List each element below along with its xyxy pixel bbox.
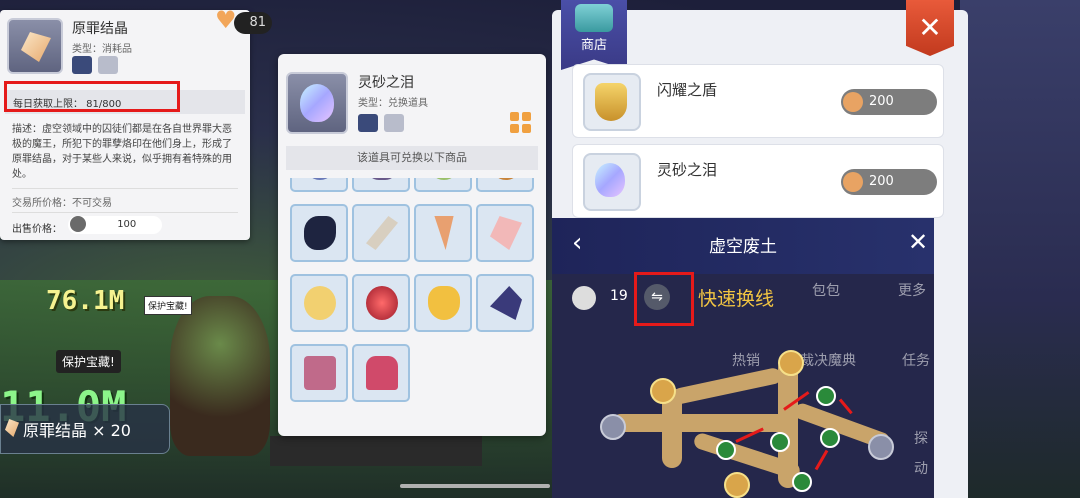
shop-tab-label: 商店 (580, 38, 607, 53)
goods-cell[interactable] (352, 204, 410, 262)
speech-bubble-large: 保护宝藏! (56, 350, 121, 373)
item-thumbnail (7, 18, 63, 74)
price-pill[interactable]: 200 (841, 169, 937, 195)
shield-icon (595, 83, 627, 121)
trade-price: 交易所价格：不可交易 (12, 198, 112, 209)
detail-icon[interactable] (358, 114, 378, 132)
map-node[interactable] (868, 434, 894, 460)
item-tooltip: 原罪结晶 类型：消耗品 每日获取上限： 81/800 描述：虚空领域中的囚徒们都… (0, 10, 250, 240)
shop-item[interactable]: 灵砂之泪 200 (572, 144, 944, 218)
shop-item-thumbnail (583, 153, 641, 211)
scrollbar[interactable] (400, 484, 550, 488)
crystal-currency-icon (843, 92, 863, 112)
sell-value: 100 (117, 219, 137, 230)
highlight-box (634, 272, 694, 326)
damage-number-top: 76.1M (46, 286, 125, 316)
shop-item-name: 灵砂之泪 (657, 161, 718, 179)
item-description: 描述：虚空领域中的囚徒们都是在各自世界罪大恶极的魔王，所犯下的罪孽烙印在他们身上… (12, 124, 232, 180)
crystal-currency-icon (843, 172, 863, 192)
goods-cell[interactable] (290, 204, 348, 262)
exchange-goods-grid (288, 178, 538, 414)
gem-icon (595, 163, 625, 197)
highlight-box (4, 81, 180, 112)
monster-skull[interactable] (716, 440, 736, 460)
exchange-thumbnail (286, 72, 348, 134)
exchange-item-type: 类型：兑换道具 (358, 98, 428, 109)
price-pill[interactable]: 200 (841, 89, 937, 115)
map-path (612, 414, 792, 432)
fast-switch-label[interactable]: 快速换线 (698, 284, 774, 311)
gem-icon (300, 84, 334, 122)
menu-tome[interactable]: 裁决魔典 (800, 350, 856, 370)
skull-icon (572, 286, 596, 310)
map-title: 虚空废土 (709, 237, 777, 257)
crystal-icon (21, 32, 51, 62)
goods-cell[interactable] (352, 178, 410, 192)
goods-cell[interactable] (476, 178, 534, 192)
close-button[interactable]: ✕ (906, 0, 954, 56)
goods-cell[interactable] (352, 344, 410, 402)
goods-cell[interactable] (414, 178, 472, 192)
monster-skull[interactable] (820, 428, 840, 448)
detail-icon[interactable] (72, 56, 92, 74)
exchange-tooltip: 灵砂之泪 类型：兑换道具 该道具可兑换以下商品 (278, 54, 546, 436)
shop-item-thumbnail (583, 73, 641, 131)
tree-monster[interactable] (170, 296, 270, 456)
monster-skull[interactable] (770, 432, 790, 452)
loot-text: 原罪结晶 × 20 (23, 421, 131, 440)
exchange-subtitle: 该道具可兑换以下商品 (286, 146, 538, 170)
goods-cell[interactable] (352, 274, 410, 332)
sell-label: 出售价格： (12, 224, 62, 235)
inbox-icon[interactable] (98, 56, 118, 74)
background-trees (960, 0, 1080, 498)
price-value: 200 (869, 174, 894, 189)
goods-cell[interactable] (290, 178, 348, 192)
shop-tab[interactable]: 商店 (561, 0, 627, 70)
menu-explore[interactable]: 探 (914, 428, 928, 448)
price-value: 200 (869, 94, 894, 109)
map-node[interactable] (724, 472, 750, 498)
goods-cell[interactable] (476, 274, 534, 332)
goods-cell[interactable] (290, 274, 348, 332)
loot-notification: 原罪结晶 × 20 (0, 404, 170, 454)
crystal-icon (5, 419, 19, 437)
menu-task[interactable]: 任务 (902, 350, 930, 370)
speech-bubble-small: 保护宝藏! (144, 296, 192, 315)
map-overlay: ‹ 虚空废土 ✕ 包包 更多 热销 裁决魔典 任务 探 动 19 ⇋ 快速换线 (552, 218, 934, 498)
grid-view-icon[interactable] (510, 112, 532, 134)
chest-icon (575, 4, 613, 32)
map-node[interactable] (778, 350, 804, 376)
menu-more[interactable]: 更多 (898, 280, 926, 300)
inbox-icon[interactable] (384, 114, 404, 132)
counter-pill: 81 (234, 12, 272, 34)
map-node[interactable] (650, 378, 676, 404)
divider (12, 212, 238, 213)
menu-bag[interactable]: 包包 (812, 280, 840, 300)
route-arrow (838, 398, 853, 415)
goods-cell[interactable] (290, 344, 348, 402)
divider (12, 188, 238, 189)
line-number: 19 (610, 288, 628, 304)
menu-activity[interactable]: 动 (914, 458, 928, 478)
map-node[interactable] (600, 414, 626, 440)
monster-skull[interactable] (816, 386, 836, 406)
shop-item[interactable]: 闪耀之盾 200 (572, 64, 944, 138)
goods-cell[interactable] (476, 204, 534, 262)
exchange-item-name: 灵砂之泪 (358, 75, 414, 91)
item-type: 类型：消耗品 (72, 44, 132, 55)
item-name: 原罪结晶 (72, 21, 128, 37)
goods-cell[interactable] (414, 274, 472, 332)
shop-item-name: 闪耀之盾 (657, 81, 718, 99)
goods-cell[interactable] (414, 204, 472, 262)
monster-skull[interactable] (792, 472, 812, 492)
route-arrow (814, 449, 829, 471)
menu-hot[interactable]: 热销 (732, 350, 760, 370)
sell-price: 100 (68, 216, 162, 234)
bottom-dark-panel (270, 436, 482, 466)
coin-icon (70, 216, 86, 232)
close-icon[interactable]: ✕ (908, 228, 928, 256)
map-path (671, 366, 783, 406)
